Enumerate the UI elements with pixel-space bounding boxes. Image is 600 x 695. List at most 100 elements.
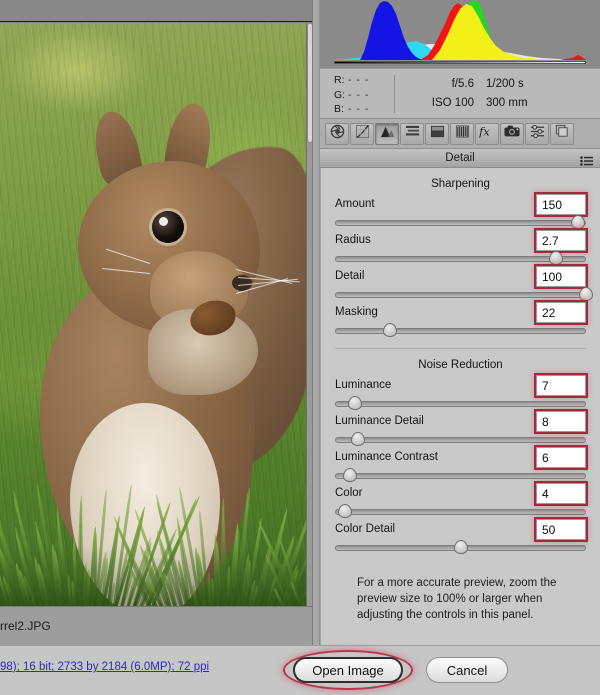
histogram[interactable]	[320, 0, 600, 68]
camera-raw-window: rrel2.JPG R: - - - G: - - - B: - - - f/5…	[0, 0, 600, 695]
histogram-tone-scale	[334, 61, 586, 64]
photo-vignette	[0, 546, 306, 606]
gradient-bars-icon	[405, 124, 420, 144]
slider-knob-masking[interactable]	[383, 323, 398, 337]
sliders-icon	[530, 124, 545, 144]
slider-track-luminance-contrast[interactable]	[335, 473, 586, 479]
image-preview[interactable]	[0, 23, 306, 606]
value-text-luminance-detail: 8	[542, 415, 549, 429]
squirrel-eye	[152, 211, 184, 243]
value-text-color: 4	[542, 487, 549, 501]
slider-knob-color-detail[interactable]	[453, 540, 468, 554]
slider-knob-luminance-contrast[interactable]	[343, 468, 358, 482]
slider-track-amount[interactable]	[335, 220, 586, 226]
value-field-luminance-detail[interactable]: 8	[534, 409, 588, 434]
value-field-amount[interactable]: 150	[534, 192, 588, 217]
panel-divider[interactable]	[312, 0, 320, 645]
filename-bar: rrel2.JPG	[0, 606, 312, 645]
label-color-detail: Color Detail	[335, 523, 396, 535]
slider-track-luminance-detail[interactable]	[335, 437, 586, 443]
slider-track-detail[interactable]	[335, 292, 586, 298]
image-info-link[interactable]: 98); 16 bit; 2733 by 2184 (6.0MP); 72 pp…	[0, 661, 209, 673]
label-detail: Detail	[335, 270, 365, 282]
slider-knob-radius[interactable]	[548, 251, 563, 265]
preview-toolbar	[0, 0, 312, 22]
value-text-detail: 100	[542, 270, 563, 284]
control-radius: Radius 2.7	[335, 228, 588, 268]
open-image-button[interactable]: Open Image	[293, 657, 403, 683]
label-luminance-contrast: Luminance Contrast	[335, 451, 438, 463]
panel-tab-bar: fx	[320, 118, 600, 148]
g-label: G:	[334, 88, 346, 101]
filename-label: rrel2.JPG	[0, 619, 51, 633]
b-label: B:	[334, 103, 344, 115]
bottom-bar: 98); 16 bit; 2733 by 2184 (6.0MP); 72 pp…	[0, 645, 600, 695]
control-detail: Detail 100	[335, 264, 593, 304]
g-value: - - -	[348, 88, 370, 101]
tab-split-toning[interactable]	[425, 122, 449, 145]
exif-focal: 300 mm	[486, 97, 528, 109]
histogram-plot	[334, 0, 586, 60]
fx-icon: fx	[478, 124, 495, 144]
rgb-readout: R: - - - G: - - - B: - - -	[334, 73, 369, 117]
slider-knob-amount[interactable]	[571, 215, 586, 229]
slider-knob-luminance[interactable]	[348, 396, 363, 410]
value-text-radius: 2.7	[542, 234, 559, 248]
slider-track-luminance[interactable]	[335, 401, 586, 407]
value-field-color[interactable]: 4	[534, 481, 588, 506]
control-luminance: Luminance 7	[335, 373, 588, 413]
value-text-masking: 22	[542, 306, 556, 320]
label-luminance-detail: Luminance Detail	[335, 415, 424, 427]
label-luminance: Luminance	[335, 379, 392, 391]
control-color-detail: Color Detail 50	[335, 517, 588, 557]
label-masking: Masking	[335, 306, 378, 318]
preview-column: rrel2.JPG	[0, 0, 313, 645]
exif-shutter: 1/200 s	[486, 78, 524, 90]
tab-presets[interactable]	[525, 122, 549, 145]
control-luminance-detail: Luminance Detail 8	[335, 409, 588, 449]
panel-help-text: For a more accurate preview, zoom the pr…	[357, 577, 557, 621]
split-rect-icon	[430, 124, 445, 144]
label-amount: Amount	[335, 198, 375, 210]
control-luminance-contrast: Luminance Contrast 6	[335, 445, 588, 485]
tab-tone-curve[interactable]	[350, 122, 374, 145]
detail-panel-body: Sharpening Amount 150 Radius 2.7 Detail 100 Mas…	[320, 168, 600, 645]
b-value: - - -	[348, 103, 370, 115]
aperture-icon	[330, 124, 345, 144]
slider-track-color[interactable]	[335, 509, 586, 515]
value-text-luminance: 7	[542, 379, 549, 393]
value-field-luminance[interactable]: 7	[534, 373, 588, 398]
control-color: Color 4	[335, 481, 588, 521]
value-field-radius[interactable]: 2.7	[534, 228, 588, 253]
tab-hsl-grayscale[interactable]	[400, 122, 424, 145]
slider-knob-color[interactable]	[338, 504, 353, 518]
slider-knob-luminance-detail[interactable]	[350, 432, 365, 446]
value-text-luminance-contrast: 6	[542, 451, 549, 465]
value-text-amount: 150	[542, 198, 563, 212]
tab-detail[interactable]	[375, 122, 399, 145]
lens-icon	[455, 124, 470, 144]
value-field-color-detail[interactable]: 50	[534, 517, 588, 542]
tab-camera-calibration[interactable]	[500, 122, 524, 145]
tab-basic[interactable]	[325, 122, 349, 145]
section-divider	[335, 348, 586, 349]
tab-lens-corrections[interactable]	[450, 122, 474, 145]
mountain-icon	[380, 124, 395, 144]
value-field-detail[interactable]: 100	[534, 264, 588, 289]
slider-track-masking[interactable]	[335, 328, 586, 334]
readout-separator	[394, 75, 395, 113]
cancel-button[interactable]: Cancel	[426, 657, 508, 683]
value-field-luminance-contrast[interactable]: 6	[534, 445, 588, 470]
slider-knob-detail[interactable]	[579, 287, 593, 301]
tab-effects[interactable]: fx	[475, 122, 499, 145]
label-radius: Radius	[335, 234, 371, 246]
curve-icon	[355, 124, 370, 144]
value-field-masking[interactable]: 22	[534, 300, 588, 325]
section-title-noise-reduction: Noise Reduction	[418, 359, 503, 371]
section-title-sharpening: Sharpening	[431, 178, 490, 190]
tab-snapshots[interactable]	[550, 122, 574, 145]
panel-title: Detail	[445, 152, 475, 164]
histogram-readout: R: - - - G: - - - B: - - - f/5.6 1/200 s IS…	[320, 68, 600, 118]
control-amount: Amount 150	[335, 192, 588, 232]
camera-icon	[504, 124, 520, 143]
